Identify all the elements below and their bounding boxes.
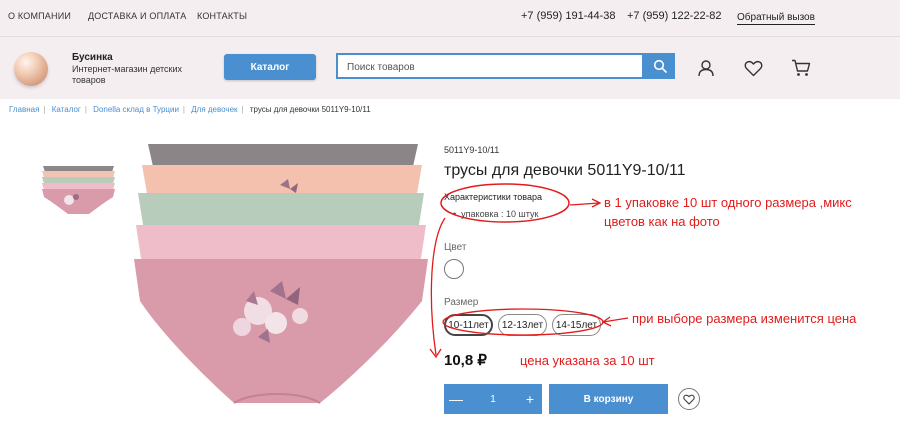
quantity-decrease-button[interactable]: —	[444, 391, 468, 407]
size-option-14-15[interactable]: 14-15лет	[552, 314, 601, 336]
top-bar: О КОМПАНИИ ДОСТАВКА И ОПЛАТА КОНТАКТЫ +7…	[0, 0, 900, 36]
size-option-10-11[interactable]: 10-11лет	[444, 314, 493, 336]
product-main-image[interactable]	[130, 141, 430, 409]
breadcrumb-warehouse[interactable]: Donella склад в Турции	[93, 105, 179, 114]
quantity-value[interactable]: 1	[468, 394, 518, 405]
product-title: трусы для девочки 5011Y9-10/11	[444, 162, 686, 179]
product-thumbnail[interactable]	[39, 164, 118, 216]
product-sku: 5011Y9-10/11	[444, 145, 500, 155]
product-price: 10,8 ₽	[444, 352, 487, 369]
search-input[interactable]	[338, 55, 639, 79]
search-icon	[653, 59, 667, 73]
nav-link-delivery[interactable]: ДОСТАВКА И ОПЛАТА	[88, 11, 187, 21]
breadcrumb-home[interactable]: Главная	[9, 105, 39, 114]
brand-tagline: Интернет-магазин детских товаров	[72, 64, 183, 85]
add-to-cart-button[interactable]: В корзину	[549, 384, 668, 414]
catalog-button[interactable]: Каталог	[224, 54, 316, 80]
annotation-arrow-size	[602, 317, 629, 323]
breadcrumb: Главная | Каталог | Donella склад в Турции…	[9, 105, 371, 114]
size-label: Размер	[444, 297, 479, 308]
annotation-pack-note-line2: цветов как на фото	[604, 214, 720, 229]
color-label: Цвет	[444, 242, 467, 253]
nav-link-contacts[interactable]: КОНТАКТЫ	[197, 11, 247, 21]
breadcrumb-separator: |	[182, 105, 185, 114]
site-header: Бусинка Интернет-магазин детских товаров…	[0, 36, 900, 99]
annotation-arrowhead	[601, 316, 612, 327]
cart-icon	[792, 59, 811, 76]
nav-link-about[interactable]: О КОМПАНИИ	[8, 11, 71, 21]
annotation-arrowhead	[591, 198, 602, 208]
annotation-price-note: цена указана за 10 шт	[520, 353, 655, 368]
callback-link[interactable]: Обратный вызов	[737, 12, 815, 25]
annotation-pack-note-line1: в 1 упаковке 10 шт одного размера ,микс	[604, 195, 852, 210]
logo[interactable]	[14, 52, 48, 86]
search-box	[336, 53, 644, 79]
breadcrumb-catalog[interactable]: Каталог	[52, 105, 81, 114]
breadcrumb-separator: |	[241, 105, 244, 114]
phone-1[interactable]: +7 (959) 191-44-38	[521, 10, 615, 22]
breadcrumb-girls[interactable]: Для девочек	[191, 105, 237, 114]
characteristics-title: Характеристики товара	[444, 192, 542, 202]
color-swatch[interactable]	[444, 259, 464, 279]
breadcrumb-separator: |	[84, 105, 87, 114]
heart-icon	[683, 394, 695, 404]
breadcrumb-current: трусы для девочки 5011Y9-10/11	[249, 105, 371, 114]
annotation-arrow-pack	[569, 202, 600, 206]
favorites-button[interactable]	[742, 58, 764, 78]
brand-name[interactable]: Бусинка	[72, 52, 113, 63]
cart-header-button[interactable]	[790, 58, 812, 78]
annotation-arrow-price	[430, 217, 446, 356]
account-button[interactable]	[695, 58, 717, 78]
breadcrumb-separator: |	[43, 105, 46, 114]
characteristic-item: упаковка : 10 штук	[453, 209, 538, 219]
quantity-increase-button[interactable]: +	[518, 391, 542, 407]
size-option-12-13[interactable]: 12-13лет	[498, 314, 547, 336]
annotation-arrowhead	[429, 348, 442, 359]
annotation-size-note: при выборе размера изменится цена	[632, 311, 857, 326]
phone-2[interactable]: +7 (959) 122-22-82	[627, 10, 721, 22]
quantity-stepper: — 1 +	[444, 384, 542, 414]
search-button[interactable]	[644, 53, 675, 79]
add-to-favorites-button[interactable]	[678, 388, 700, 410]
user-icon	[698, 60, 714, 77]
heart-icon	[744, 60, 762, 76]
